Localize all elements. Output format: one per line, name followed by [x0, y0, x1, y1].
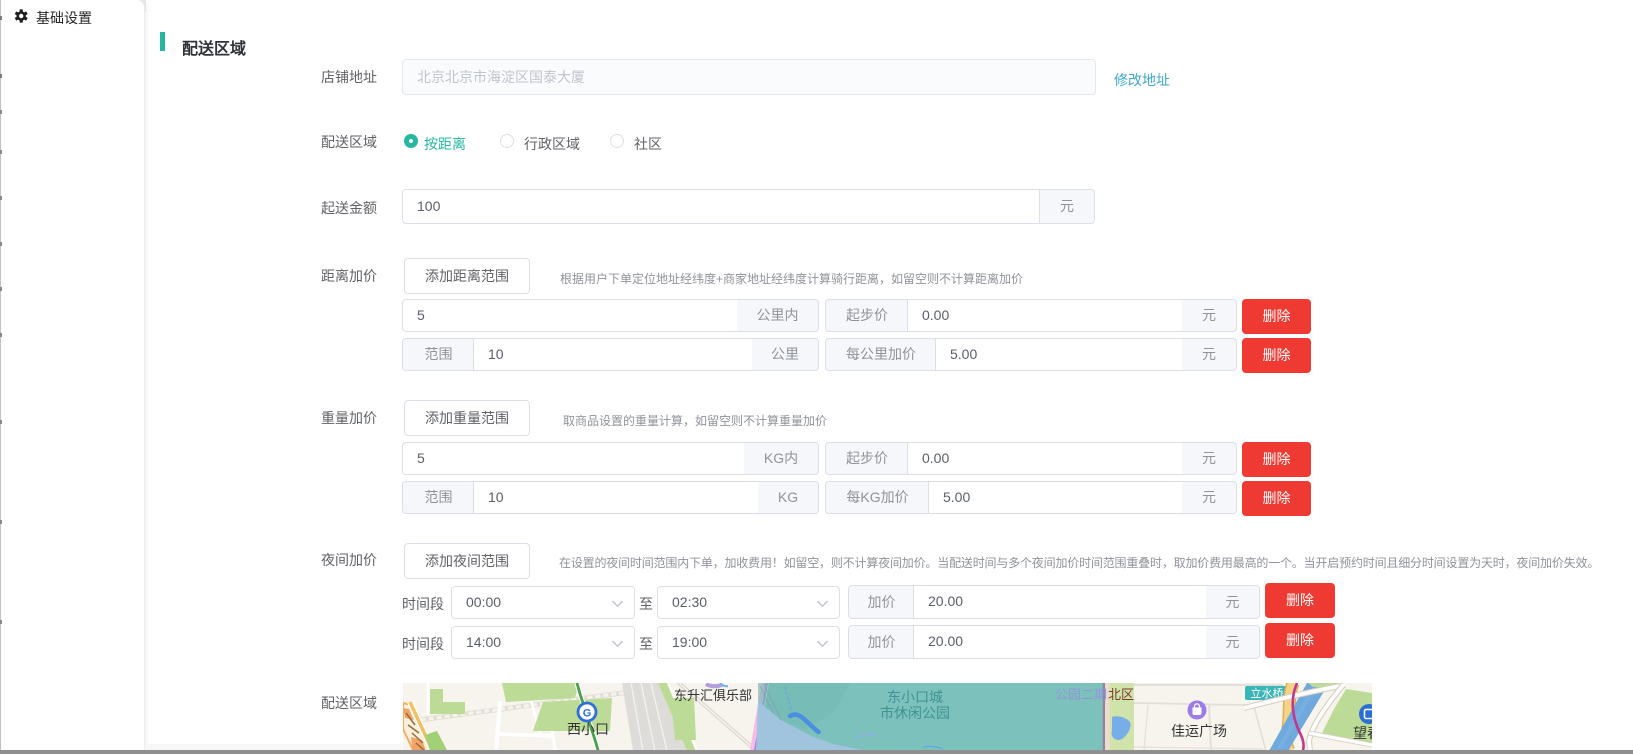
svg-text:望春: 望春 [1353, 725, 1372, 741]
svg-text:市休闲公园: 市休闲公园 [880, 705, 950, 721]
svg-text:北区: 北区 [1108, 687, 1134, 702]
svg-text:公园二期: 公园二期 [1055, 687, 1107, 702]
svg-text:东小口城: 东小口城 [887, 689, 943, 705]
svg-text:西小口: 西小口 [567, 721, 609, 737]
svg-text:东升汇俱乐部: 东升汇俱乐部 [674, 688, 752, 703]
svg-text:佳运广场: 佳运广场 [1171, 723, 1227, 739]
svg-text:G: G [583, 708, 592, 720]
